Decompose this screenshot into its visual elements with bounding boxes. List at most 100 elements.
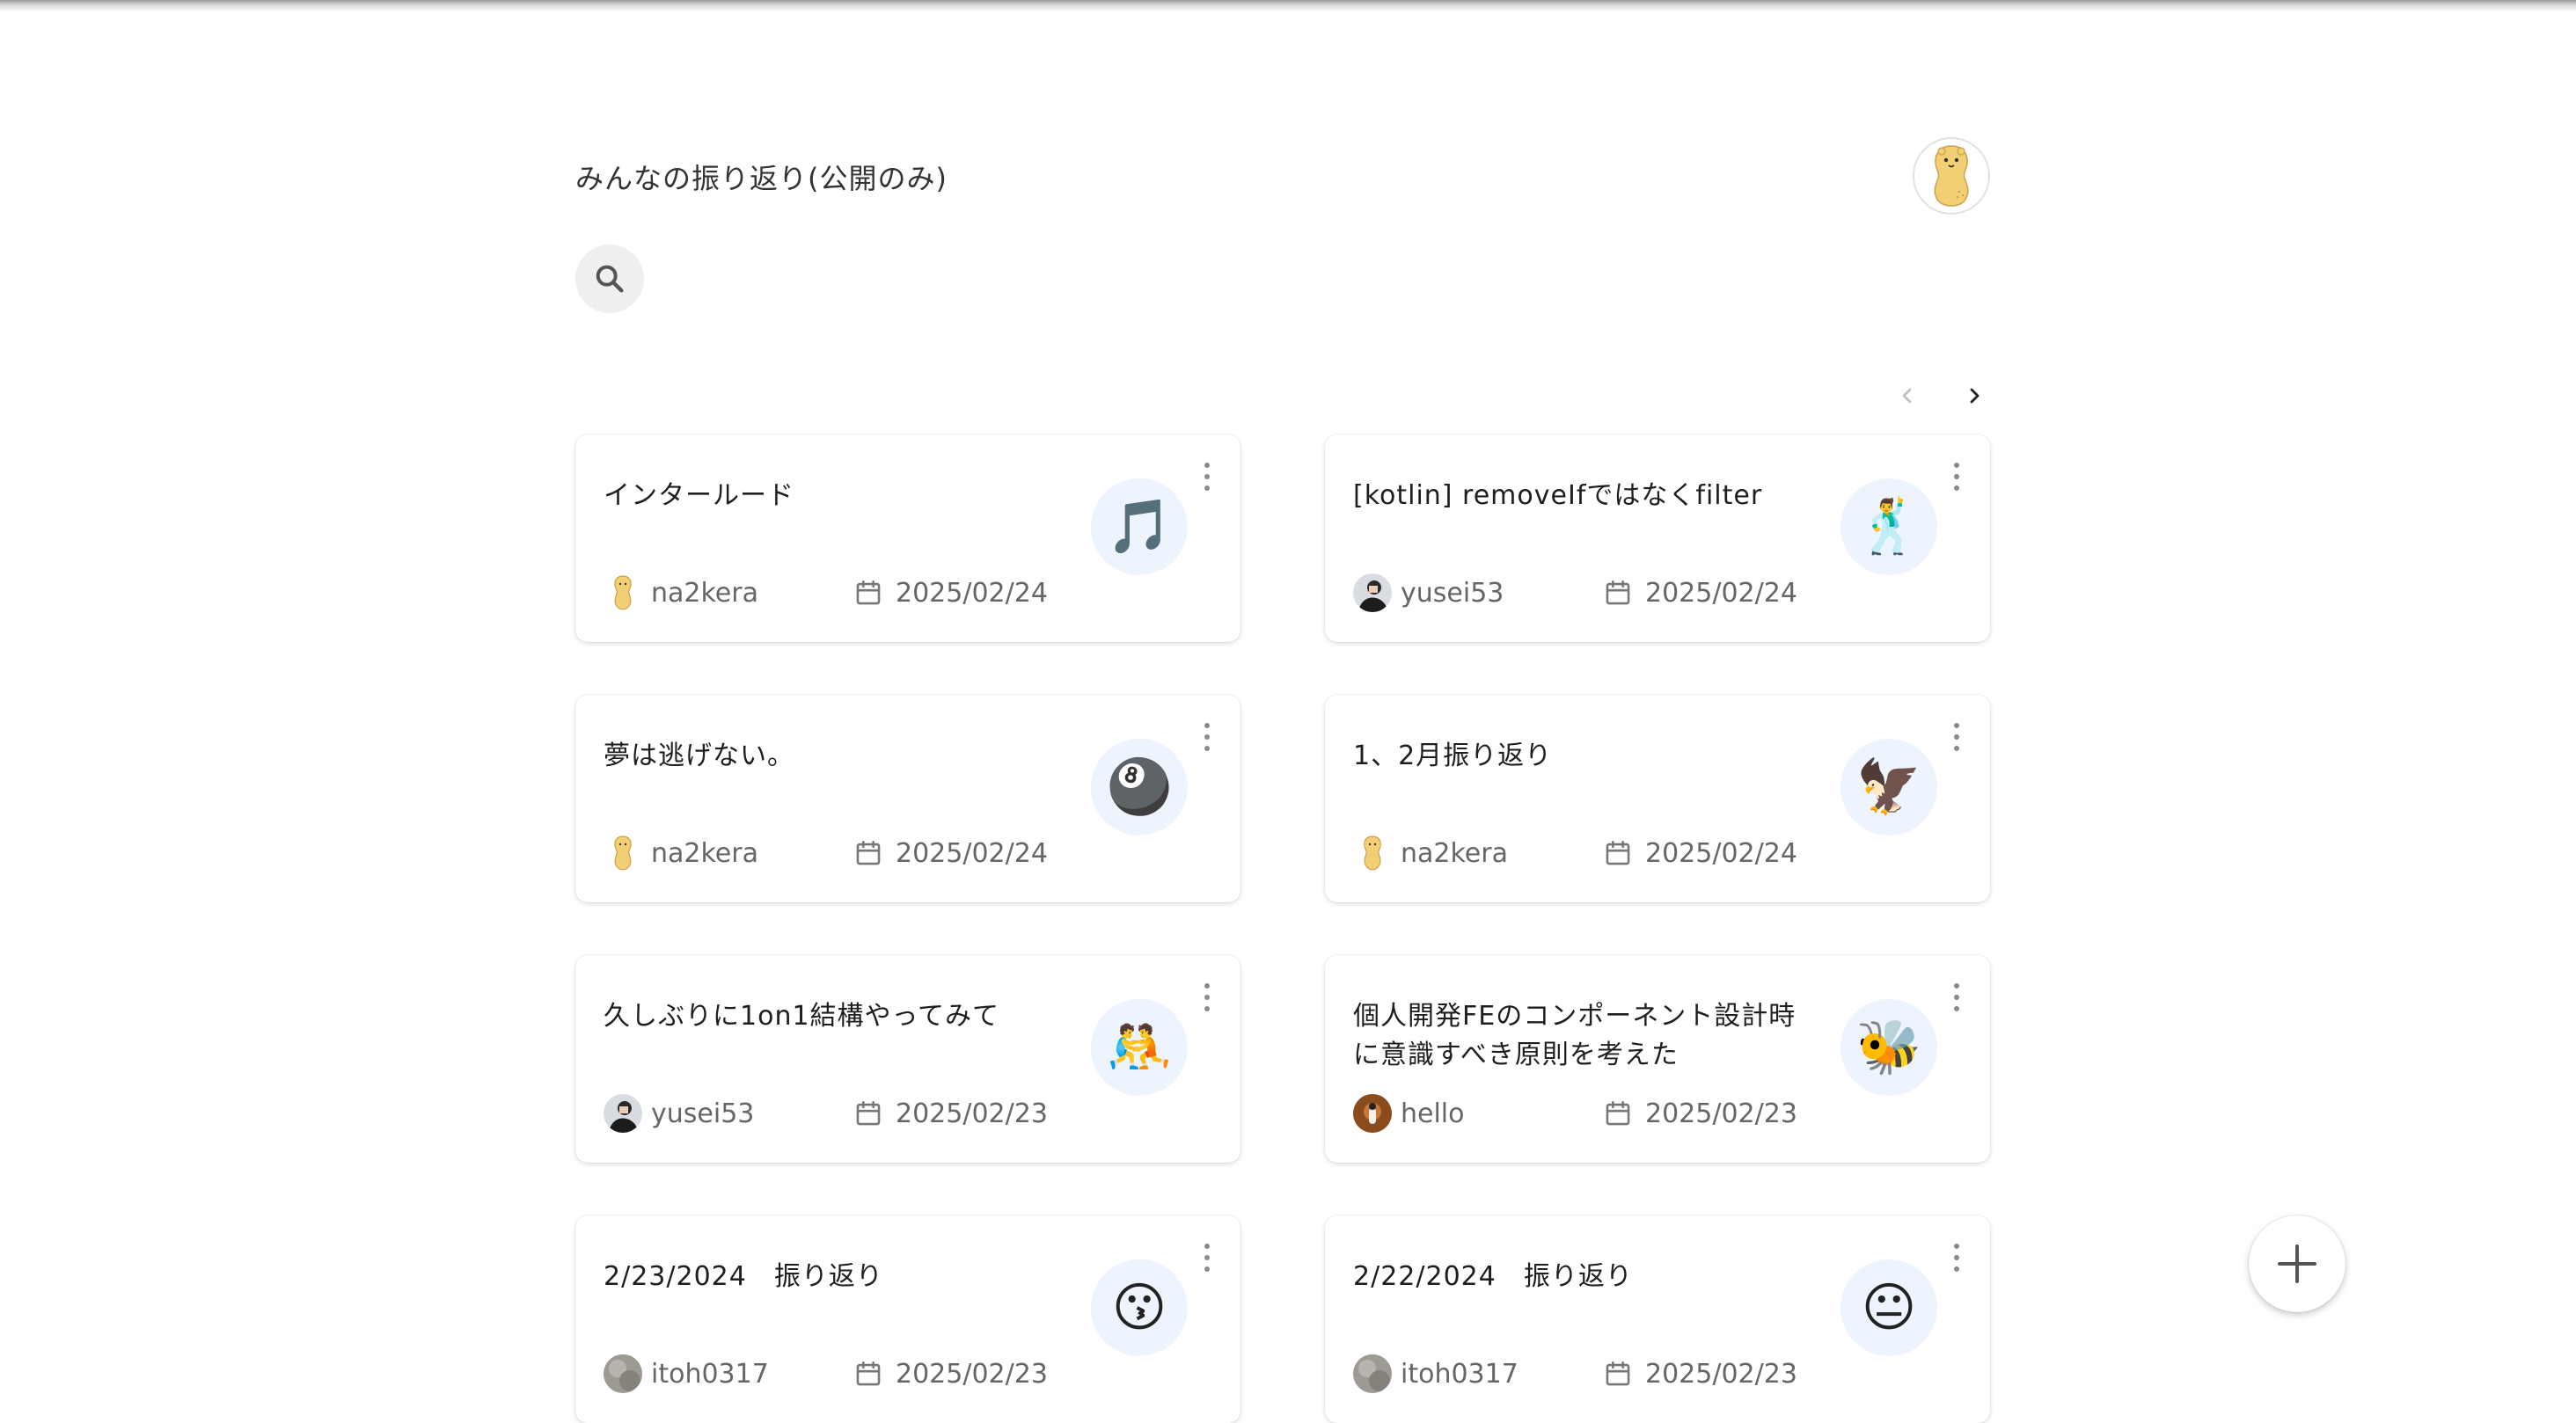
post-author[interactable]: yusei53	[604, 1094, 754, 1133]
post-date-text: 2025/02/24	[1645, 837, 1797, 869]
post-date-text: 2025/02/23	[896, 1098, 1048, 1129]
add-post-button[interactable]	[2249, 1215, 2345, 1312]
more-options-icon[interactable]	[1197, 719, 1218, 755]
post-author[interactable]: na2kera	[1353, 834, 1508, 872]
prev-page-button[interactable]	[1892, 378, 1923, 413]
author-name: yusei53	[1401, 577, 1504, 609]
post-emoji-icon: 🦅	[1841, 739, 1937, 836]
user-photo-icon	[1353, 573, 1392, 612]
calendar-icon	[856, 580, 881, 605]
pagination	[1892, 378, 1990, 413]
more-options-icon[interactable]	[1946, 980, 1967, 1015]
post-author[interactable]: na2kera	[604, 573, 758, 612]
author-name: na2kera	[1401, 837, 1508, 869]
post-date-text: 2025/02/23	[1645, 1098, 1797, 1129]
author-name: na2kera	[651, 577, 758, 609]
user-photo-icon	[1353, 1354, 1392, 1393]
post-date: 2025/02/23	[853, 1094, 1048, 1133]
post-title: [kotlin] removeIfではなくfilter	[1353, 480, 1763, 511]
author-name: hello	[1401, 1098, 1465, 1129]
post-title: インタールード	[604, 480, 794, 511]
post-card[interactable]: 個人開発FEのコンポーネント設計時に意識すべき原則を考えた 🐝 hello 2025/…	[1325, 955, 1990, 1163]
post-title: 久しぶりに1on1結構やってみて	[604, 1001, 1000, 1032]
chevron-right-icon	[1970, 388, 1980, 404]
more-options-icon[interactable]	[1197, 980, 1218, 1015]
calendar-icon	[856, 1361, 881, 1386]
post-date: 2025/02/23	[1603, 1094, 1797, 1133]
peanut-avatar-icon	[614, 836, 632, 871]
more-options-icon[interactable]	[1946, 1240, 1967, 1275]
post-emoji-icon: 😗	[1091, 1259, 1188, 1356]
post-author[interactable]: itoh0317	[1353, 1354, 1519, 1393]
post-date: 2025/02/24	[1603, 573, 1797, 612]
post-emoji-icon: 🤼	[1091, 999, 1188, 1096]
post-emoji-icon: 🐝	[1841, 999, 1937, 1096]
post-emoji-icon: 🎱	[1091, 739, 1188, 836]
post-date-text: 2025/02/23	[1645, 1358, 1797, 1390]
more-options-icon[interactable]	[1197, 1240, 1218, 1275]
post-date: 2025/02/23	[1603, 1354, 1797, 1393]
post-card[interactable]: [kotlin] removeIfではなくfilter 🕺 yusei53 2025/…	[1325, 434, 1990, 642]
more-options-icon[interactable]	[1197, 459, 1218, 494]
post-date-text: 2025/02/24	[896, 837, 1048, 869]
next-page-button[interactable]	[1958, 378, 1990, 413]
calendar-icon	[856, 1100, 881, 1126]
post-author[interactable]: hello	[1353, 1094, 1465, 1133]
post-card[interactable]: 1、2月振り返り 🦅 na2kera 2025/02/24	[1325, 695, 1990, 902]
post-date: 2025/02/24	[853, 573, 1048, 612]
author-avatar	[604, 1094, 642, 1133]
post-grid: インタールード 🎵 na2kera 2025/02/24 [kotlin] remove…	[575, 434, 1990, 1423]
post-author[interactable]: itoh0317	[604, 1354, 769, 1393]
post-date: 2025/02/24	[853, 834, 1048, 872]
post-date-text: 2025/02/23	[896, 1358, 1048, 1390]
post-date-text: 2025/02/24	[1645, 577, 1797, 609]
author-name: itoh0317	[1401, 1358, 1519, 1390]
user-photo-icon	[604, 1354, 642, 1393]
author-avatar	[604, 1354, 642, 1393]
post-emoji-icon: 🕺	[1841, 478, 1937, 575]
peanut-avatar-icon	[1364, 836, 1381, 871]
author-avatar	[1353, 1094, 1392, 1133]
post-date: 2025/02/23	[853, 1354, 1048, 1393]
search-icon	[596, 265, 624, 293]
author-avatar	[1353, 573, 1392, 612]
post-title: 2/22/2024 振り返り	[1353, 1261, 1633, 1292]
post-card[interactable]: 2/22/2024 振り返り 😐 itoh0317 2025/02/23	[1325, 1215, 1990, 1423]
peanut-avatar-icon	[614, 575, 632, 610]
calendar-icon	[856, 840, 881, 865]
page-title: みんなの振り返り(公開のみ)	[575, 162, 948, 195]
author-avatar	[604, 834, 642, 872]
post-title: 2/23/2024 振り返り	[604, 1261, 883, 1292]
author-name: yusei53	[651, 1098, 755, 1129]
user-avatar[interactable]	[1913, 137, 1990, 215]
main-container: みんなの振り返り(公開のみ) インタールード 🎵 na2kera 2025/02…	[575, 0, 1990, 1423]
calendar-icon	[1606, 1100, 1630, 1126]
post-card[interactable]: インタールード 🎵 na2kera 2025/02/24	[575, 434, 1240, 642]
post-emoji-icon: 🎵	[1091, 478, 1188, 575]
post-emoji-icon: 😐	[1841, 1259, 1937, 1356]
more-options-icon[interactable]	[1946, 719, 1967, 755]
author-avatar	[1353, 1354, 1392, 1393]
author-avatar	[604, 573, 642, 612]
more-options-icon[interactable]	[1946, 459, 1967, 494]
author-name: na2kera	[651, 837, 758, 869]
post-author[interactable]: na2kera	[604, 834, 758, 872]
peanut-mascot-icon	[1934, 145, 1969, 207]
user-photo-icon	[1353, 1094, 1392, 1133]
search-button[interactable]	[575, 244, 644, 313]
post-title: 1、2月振り返り	[1353, 741, 1553, 771]
post-date: 2025/02/24	[1603, 834, 1797, 872]
post-card[interactable]: 夢は逃げない。 🎱 na2kera 2025/02/24	[575, 695, 1240, 902]
post-date-text: 2025/02/24	[896, 577, 1048, 609]
chevron-left-icon	[1902, 388, 1912, 404]
post-card[interactable]: 久しぶりに1on1結構やってみて 🤼 yusei53 2025/02/23	[575, 955, 1240, 1163]
post-title: 夢は逃げない。	[604, 741, 794, 771]
author-avatar	[1353, 834, 1392, 872]
calendar-icon	[1606, 840, 1630, 865]
post-title: 個人開発FEのコンポーネント設計時に意識すべき原則を考えた	[1353, 1001, 1797, 1070]
post-author[interactable]: yusei53	[1353, 573, 1504, 612]
calendar-icon	[1606, 580, 1630, 605]
plus-icon	[2278, 1244, 2316, 1283]
post-card[interactable]: 2/23/2024 振り返り 😗 itoh0317 2025/02/23	[575, 1215, 1240, 1423]
author-name: itoh0317	[651, 1358, 769, 1390]
